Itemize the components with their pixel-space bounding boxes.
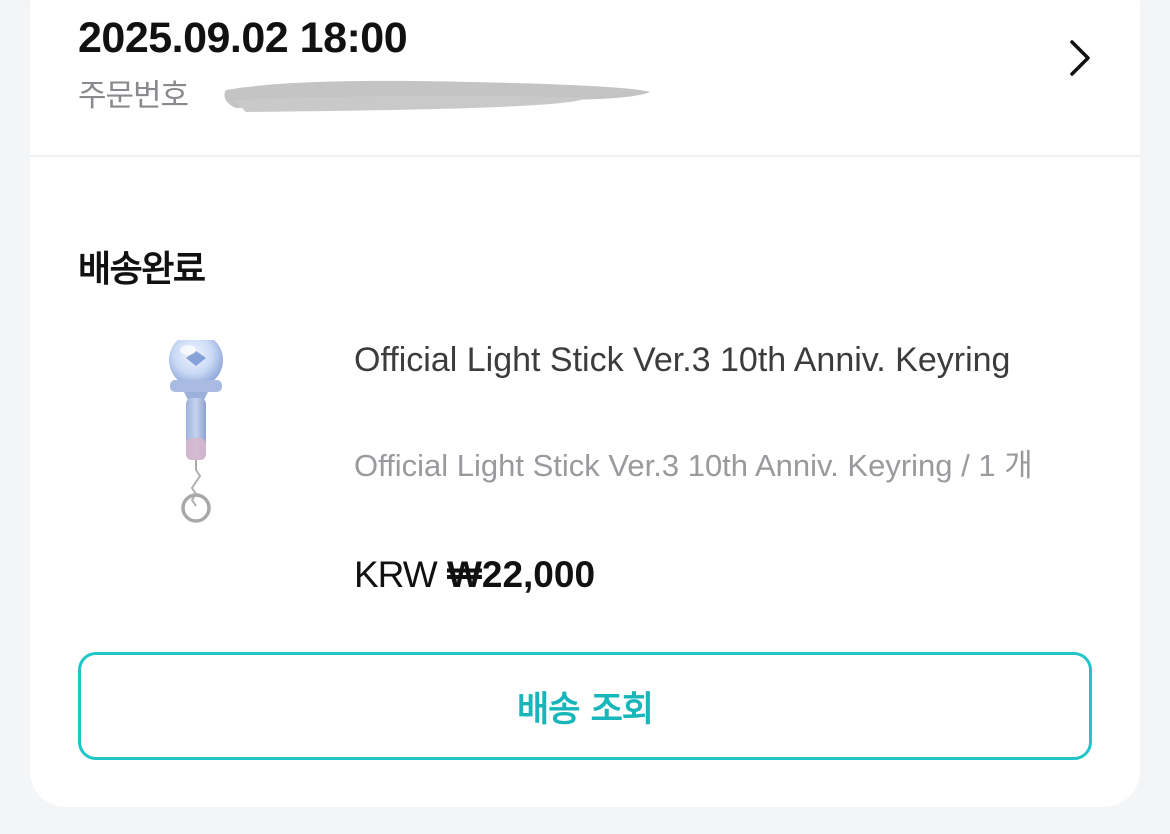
price-currency: KRW bbox=[354, 554, 438, 595]
order-number-label: 주문번호 bbox=[78, 77, 189, 114]
track-delivery-button[interactable]: 배송 조회 bbox=[78, 652, 1092, 760]
delivery-status-title: 배송완료 bbox=[78, 249, 206, 290]
order-header[interactable]: 2025.09.02 18:00 주문번호 bbox=[30, 0, 1140, 157]
order-number-redaction bbox=[224, 80, 650, 112]
price-amount: ₩22,000 bbox=[446, 554, 596, 595]
order-number: 주문번호 bbox=[78, 70, 650, 114]
order-card: 2025.09.02 18:00 주문번호 배송완료 Official Ligh… bbox=[30, 0, 1140, 807]
product-image[interactable] bbox=[120, 340, 320, 540]
product-price: KRW ₩22,000 bbox=[354, 554, 595, 596]
product-option: Official Light Stick Ver.3 10th Anniv. K… bbox=[354, 448, 1033, 483]
product-name[interactable]: Official Light Stick Ver.3 10th Anniv. K… bbox=[354, 334, 1094, 386]
order-date: 2025.09.02 18:00 bbox=[78, 14, 408, 62]
chevron-right-icon[interactable] bbox=[1060, 36, 1100, 80]
